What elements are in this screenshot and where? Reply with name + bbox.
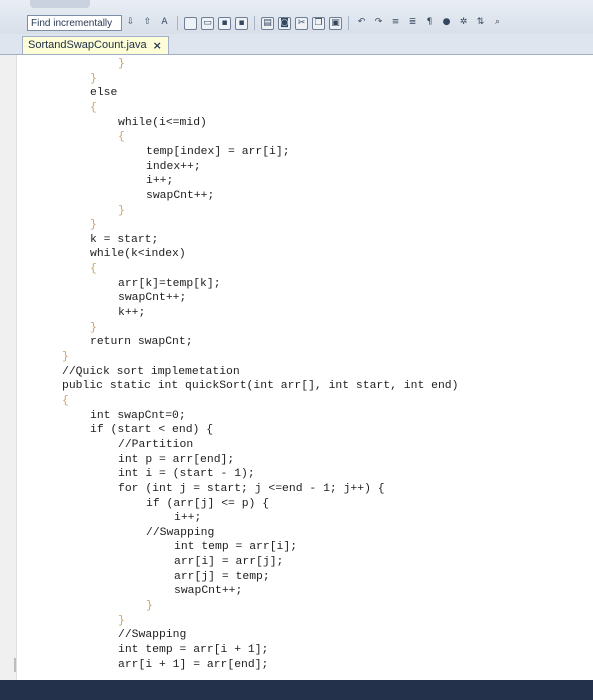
code-line: arr[i] = arr[j]; xyxy=(174,556,284,569)
toolbar-divider xyxy=(177,16,178,30)
close-icon[interactable]: × xyxy=(153,37,162,54)
find-prev-icon[interactable]: ⇧ xyxy=(141,17,154,30)
cut-icon[interactable]: ✂ xyxy=(295,16,308,30)
open-folder-icon[interactable]: ▭ xyxy=(201,16,214,30)
save-all-icon[interactable]: ▪ xyxy=(235,16,248,30)
settings-icon[interactable]: ✲ xyxy=(457,17,470,30)
undo-icon[interactable]: ↶ xyxy=(355,17,368,30)
code-line: swapCnt++; xyxy=(146,189,215,202)
code-line: } xyxy=(62,351,69,363)
zoom-icon[interactable]: ⌕ xyxy=(491,17,504,30)
copy-icon[interactable]: ❐ xyxy=(312,16,325,30)
code-line: i++; xyxy=(146,175,174,188)
code-line: temp[index] = arr[i]; xyxy=(146,145,290,158)
code-line: swapCnt++; xyxy=(174,585,243,598)
code-line: k++; xyxy=(118,307,146,320)
code-line: if (arr[j] <= p) { xyxy=(146,497,270,510)
code-line: } xyxy=(90,321,97,334)
code-line: for (int j = start; j <=end - 1; j++) { xyxy=(118,482,385,495)
menu-bar-stub xyxy=(30,0,90,8)
code-line: public static int quickSort(int arr[], i… xyxy=(62,380,459,393)
sort-icon[interactable]: ⇅ xyxy=(474,17,487,30)
status-bar xyxy=(0,680,593,700)
code-line: int temp = arr[i]; xyxy=(174,541,298,554)
code-line: { xyxy=(62,394,69,407)
paste-icon[interactable]: ▣ xyxy=(329,16,342,30)
tab-bar: SortandSwapCount.java × xyxy=(0,34,593,55)
find-next-icon[interactable]: ⇩ xyxy=(124,17,137,30)
code-line: //Swapping xyxy=(118,629,187,642)
code-line: swapCnt++; xyxy=(118,292,187,305)
code-line: int p = arr[end]; xyxy=(118,453,235,466)
code-line: } xyxy=(118,58,125,70)
match-case-icon[interactable]: A xyxy=(158,17,171,30)
code-line: int temp = arr[i + 1]; xyxy=(118,644,269,656)
find-incrementally-input[interactable]: Find incrementally xyxy=(27,15,122,31)
toolbar-divider xyxy=(254,16,255,30)
code-line: int swapCnt=0; xyxy=(90,409,186,422)
indent-icon[interactable]: ≡ xyxy=(389,17,402,30)
code-line: } xyxy=(118,204,125,217)
code-line: k = start; xyxy=(90,233,159,246)
code-line: int i = (start - 1); xyxy=(118,468,255,481)
toolbar-divider xyxy=(348,16,349,30)
code-line: index++; xyxy=(146,160,201,173)
text-cursor xyxy=(14,658,22,672)
print-icon[interactable]: ▤ xyxy=(261,16,274,30)
tab-sortandswapcount[interactable]: SortandSwapCount.java × xyxy=(22,36,169,54)
code-line: { xyxy=(90,101,97,114)
redo-icon[interactable]: ↷ xyxy=(372,17,385,30)
tab-title: SortandSwapCount.java xyxy=(28,39,147,51)
new-file-icon[interactable] xyxy=(184,16,197,30)
code-editor[interactable]: }} else{while(i<=mid){temp[index] = arr[i… xyxy=(0,55,593,680)
code-line: else xyxy=(90,87,118,100)
run-icon[interactable]: ● xyxy=(440,17,453,30)
preview-icon[interactable]: ◙ xyxy=(278,16,291,30)
editor-gutter xyxy=(0,55,17,680)
code-line: while(i<=mid) xyxy=(118,116,207,129)
code-line: //Swapping xyxy=(146,526,215,539)
code-line: arr[i + 1] = arr[end]; xyxy=(118,658,269,671)
code-line: } xyxy=(118,614,125,627)
code-line: while(k<index) xyxy=(90,248,186,261)
paragraph-icon[interactable]: ¶ xyxy=(423,17,436,30)
code-line: arr[k]=temp[k]; xyxy=(118,277,221,290)
code-line: //Quick sort implemetation xyxy=(62,365,240,378)
toolbar-icons: ⇩ ⇧ A ▭ ▪ ▪ ▤ ◙ ✂ ❐ ▣ ↶ ↷ ≡ ≣ ¶ ● ✲ ⇅ ⌕ xyxy=(124,15,504,31)
code-line: i++; xyxy=(174,512,202,525)
code-line: arr[j] = temp; xyxy=(174,570,270,583)
code-line: if (start < end) { xyxy=(90,424,214,437)
outdent-icon[interactable]: ≣ xyxy=(406,17,419,30)
code-line: //Partition xyxy=(118,438,194,451)
code-line: } xyxy=(90,219,97,232)
code-line: } xyxy=(90,72,97,85)
code-line: return swapCnt; xyxy=(90,336,193,349)
save-icon[interactable]: ▪ xyxy=(218,16,231,30)
toolbar: Find incrementally ⇩ ⇧ A ▭ ▪ ▪ ▤ ◙ ✂ ❐ ▣… xyxy=(0,0,593,35)
code-line: { xyxy=(118,131,125,144)
code-line: } xyxy=(146,600,153,613)
code-line: { xyxy=(90,263,97,276)
